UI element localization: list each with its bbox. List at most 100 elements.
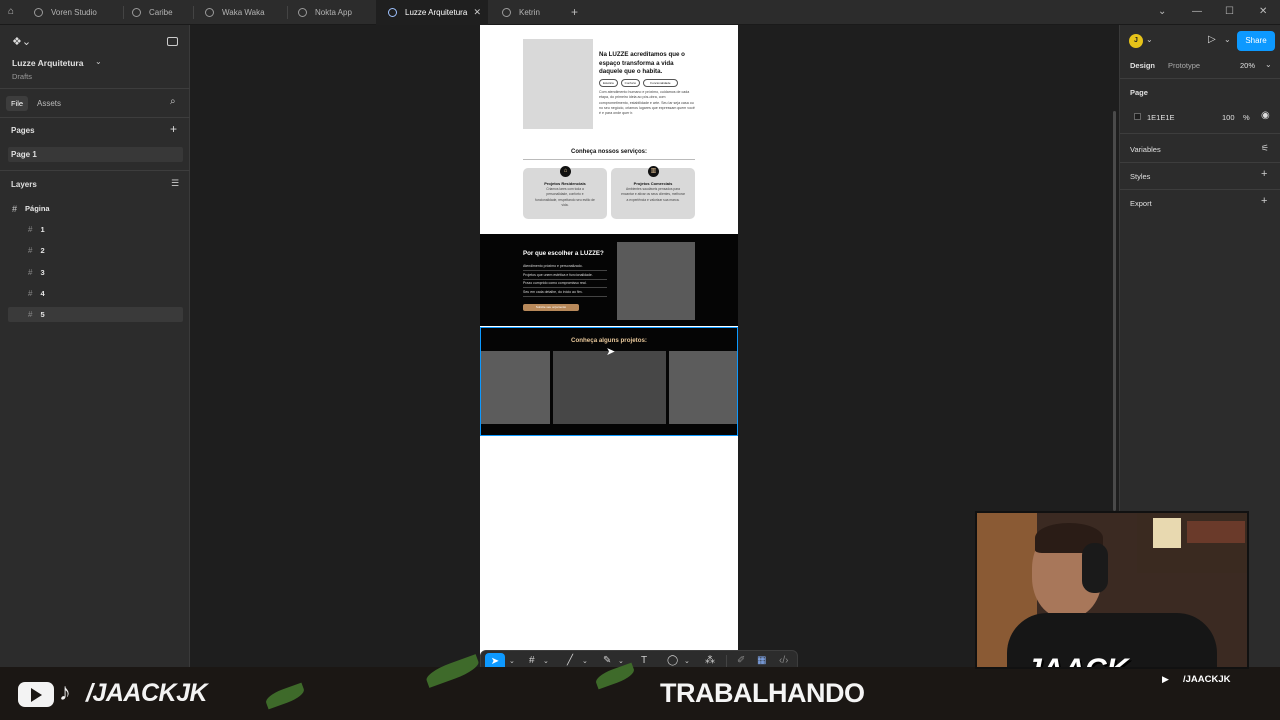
frame-icon: #	[28, 289, 33, 298]
ellipse-tool-icon[interactable]: ◯	[667, 655, 678, 666]
styles-header[interactable]: Styles	[1130, 172, 1150, 181]
layer-5[interactable]: #5	[8, 307, 183, 322]
sidebar-toggle-icon[interactable]	[167, 37, 178, 46]
canvas-scrollbar[interactable]	[1113, 111, 1116, 511]
close-window-icon[interactable]: ✕	[1259, 6, 1267, 17]
figma-file-icon	[388, 8, 397, 17]
layer-label: 4	[40, 289, 45, 298]
youtube-icon	[18, 682, 54, 707]
about-image-placeholder[interactable]	[523, 39, 593, 129]
project-name[interactable]: Luzze Arquitetura	[12, 58, 83, 68]
bg-opacity[interactable]: 100	[1222, 113, 1235, 122]
eye-icon[interactable]: ◉	[1261, 110, 1270, 121]
add-tab-icon[interactable]: +	[571, 5, 578, 19]
tab-nokta-app[interactable]: Nokta App	[286, 0, 376, 25]
components-icon[interactable]: ⁂	[705, 655, 715, 666]
frame-icon: #	[28, 310, 33, 319]
layers-collapse-icon[interactable]: ☰	[171, 178, 179, 189]
about-body[interactable]: Com atendimento humano e próximo, cuidam…	[599, 90, 695, 118]
zoom-level[interactable]: 20%	[1240, 61, 1255, 70]
color-swatch[interactable]	[1134, 113, 1141, 120]
why-item: Atendimento próximo e personalizado.	[523, 264, 607, 271]
line-tool-icon[interactable]: ╱	[567, 655, 573, 666]
chevron-down-icon[interactable]: ⌄	[1158, 6, 1166, 17]
chevron-down-icon[interactable]: ⌄	[1224, 35, 1231, 44]
chevron-down-icon[interactable]: ⌄	[95, 57, 102, 66]
minimize-icon[interactable]: —	[1192, 6, 1202, 17]
avatar[interactable]: J	[1129, 34, 1143, 48]
layer-3[interactable]: #3	[8, 265, 183, 280]
chevron-down-icon[interactable]: ⌄	[618, 657, 624, 665]
search-icon[interactable]: ⌕	[170, 96, 176, 107]
add-export-icon[interactable]: +	[1261, 195, 1267, 207]
service-card-residential[interactable]: ⌂ Projetos Residenciais Criamos lares co…	[523, 166, 607, 219]
services-title[interactable]: Conheça nossos serviços:	[523, 149, 695, 155]
left-panel: ❖⌄ Luzze Arquitetura ⌄ Drafts File Asset…	[0, 25, 190, 667]
why-image-placeholder[interactable]	[617, 242, 695, 320]
draw-mode-icon[interactable]: ✐	[737, 655, 745, 666]
dev-mode-icon[interactable]: ‹/›	[779, 655, 788, 666]
close-icon[interactable]: ✕	[473, 7, 481, 18]
chevron-down-icon[interactable]: ⌄	[1265, 60, 1272, 69]
chevron-down-icon[interactable]: ⌄	[543, 657, 549, 665]
tab-ketrin[interactable]: Ketrin	[490, 0, 560, 25]
status-label: TRABALHANDO	[660, 678, 865, 708]
about-title[interactable]: Na LUZZE acreditamos que o espaço transf…	[599, 51, 695, 77]
chevron-down-icon[interactable]: ⌄	[582, 657, 588, 665]
frame-tool-icon[interactable]: #	[529, 655, 535, 666]
design-mode-icon[interactable]: ▦	[757, 655, 766, 666]
tab-prototype[interactable]: Prototype	[1168, 61, 1200, 70]
figma-menu-icon[interactable]: ❖⌄	[12, 35, 31, 48]
figma-file-icon	[298, 8, 307, 17]
tab-design[interactable]: Design	[1130, 61, 1155, 70]
chevron-down-icon[interactable]: ⌄	[509, 657, 515, 665]
tab-waka-waka[interactable]: Waka Waka	[193, 0, 285, 25]
frame-icon: #	[28, 268, 33, 277]
bg-color-hex[interactable]: 1E1E1E	[1147, 113, 1175, 122]
tab-caribe[interactable]: Caribe	[120, 0, 190, 25]
add-page-icon[interactable]: +	[170, 122, 177, 136]
layer-label: 5	[40, 310, 45, 319]
why-section[interactable]: Por que escolher a LUZZE? Atendimento pr…	[480, 234, 738, 326]
divider	[1120, 78, 1280, 79]
layer-1[interactable]: #1	[8, 222, 183, 237]
frame-icon: #	[28, 225, 33, 234]
card-title: Projetos Comerciais	[633, 181, 673, 186]
webcam-feed: JAACK	[975, 511, 1249, 669]
layer-2[interactable]: #2	[8, 243, 183, 258]
why-title: Por que escolher a LUZZE?	[523, 250, 604, 257]
sliders-icon[interactable]: ⚟	[1261, 143, 1269, 154]
share-button[interactable]: Share	[1237, 31, 1275, 51]
present-play-icon[interactable]: ▷	[1208, 34, 1216, 45]
maximize-icon[interactable]: ☐	[1225, 6, 1234, 17]
small-handle: /JAACKJK	[1183, 674, 1231, 685]
tab-luzze-arquitetura[interactable]: Luzze Arquitetura ✕	[376, 0, 488, 25]
project-location: Drafts	[12, 72, 33, 81]
tab-voren-studio[interactable]: Voren Studio	[22, 0, 122, 25]
headphones-icon	[1082, 543, 1108, 593]
divider	[0, 117, 190, 118]
small-youtube-icon: ▶	[1162, 674, 1169, 684]
tab-assets[interactable]: Assets	[37, 99, 61, 108]
chevron-down-icon[interactable]: ⌄	[1146, 35, 1153, 44]
page-section-header: Page	[1130, 88, 1148, 97]
quote-button[interactable]: Solicite seu orçamento	[523, 304, 579, 311]
why-item: Seu em cada detalhe, do início ao fim.	[523, 290, 607, 297]
layer-4[interactable]: #4	[8, 286, 183, 301]
tab-file[interactable]: File	[6, 96, 28, 111]
variables-header[interactable]: Variables	[1130, 145, 1161, 154]
divider	[1120, 133, 1280, 134]
page-item-label: Page 1	[11, 150, 37, 159]
chevron-down-icon[interactable]: ⌄	[684, 657, 690, 665]
pen-tool-icon[interactable]: ✎	[603, 655, 611, 666]
add-style-icon[interactable]: +	[1261, 168, 1267, 180]
export-header[interactable]: Export	[1130, 199, 1152, 208]
service-card-commercial[interactable]: ▥ Projetos Comerciais Ambientes saudávei…	[611, 166, 695, 219]
layer-root[interactable]: # Página	[8, 201, 183, 216]
home-icon[interactable]: ⌂	[8, 6, 14, 17]
mouse-cursor: ➤	[606, 346, 616, 358]
shelf-items	[1187, 521, 1245, 543]
text-tool-icon[interactable]: T	[641, 655, 647, 666]
layer-label: Página	[25, 204, 50, 213]
leaf-decoration	[263, 682, 307, 710]
